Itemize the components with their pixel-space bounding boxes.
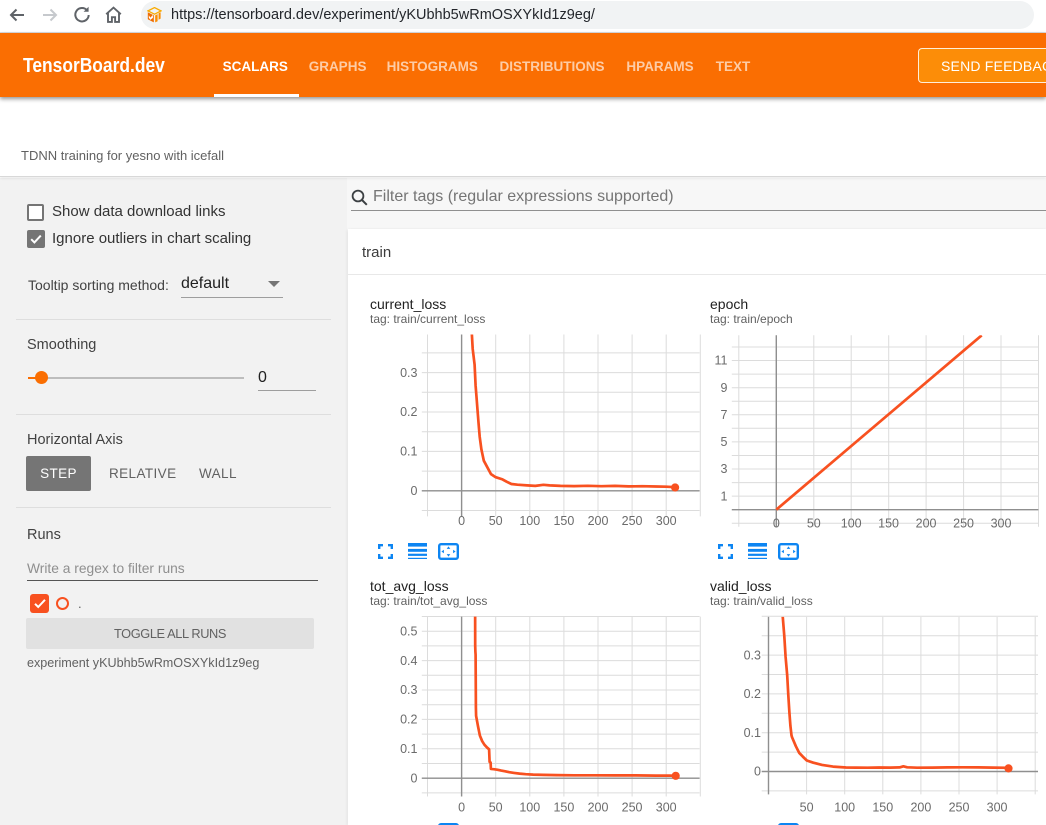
svg-text:300: 300: [656, 514, 677, 528]
svg-text:1: 1: [721, 489, 728, 503]
svg-text:0.2: 0.2: [400, 713, 417, 727]
svg-text:0.3: 0.3: [400, 683, 417, 697]
svg-text:200: 200: [588, 800, 609, 814]
svg-text:7: 7: [721, 408, 728, 422]
svg-text:0.4: 0.4: [400, 654, 417, 668]
svg-text:150: 150: [872, 800, 893, 814]
svg-text:300: 300: [991, 517, 1012, 531]
svg-text:100: 100: [841, 517, 862, 531]
svg-text:150: 150: [878, 517, 899, 531]
svg-text:0.3: 0.3: [400, 366, 417, 380]
svg-text:0.1: 0.1: [744, 726, 761, 740]
svg-text:50: 50: [489, 800, 503, 814]
svg-text:5: 5: [721, 435, 728, 449]
svg-text:0: 0: [458, 800, 465, 814]
svg-text:0.1: 0.1: [400, 445, 417, 459]
svg-text:0: 0: [411, 484, 418, 498]
svg-text:150: 150: [553, 800, 574, 814]
svg-text:250: 250: [622, 800, 643, 814]
svg-text:0: 0: [773, 517, 780, 531]
svg-text:0.3: 0.3: [744, 648, 761, 662]
svg-text:0.2: 0.2: [400, 405, 417, 419]
svg-text:300: 300: [987, 800, 1008, 814]
svg-text:0: 0: [754, 765, 761, 779]
svg-text:0: 0: [458, 514, 465, 528]
svg-text:50: 50: [807, 517, 821, 531]
svg-text:9: 9: [721, 381, 728, 395]
svg-text:200: 200: [916, 517, 937, 531]
svg-text:300: 300: [656, 800, 677, 814]
svg-text:50: 50: [800, 800, 814, 814]
svg-text:100: 100: [519, 514, 540, 528]
svg-text:50: 50: [489, 514, 503, 528]
svg-text:200: 200: [588, 514, 609, 528]
svg-text:250: 250: [953, 517, 974, 531]
svg-text:100: 100: [834, 800, 855, 814]
svg-text:150: 150: [553, 514, 574, 528]
svg-text:0.1: 0.1: [400, 742, 417, 756]
svg-text:200: 200: [910, 800, 931, 814]
svg-text:250: 250: [949, 800, 970, 814]
svg-text:11: 11: [715, 354, 728, 368]
svg-text:0.5: 0.5: [400, 624, 417, 638]
svg-text:0: 0: [411, 771, 418, 785]
svg-text:250: 250: [622, 514, 643, 528]
svg-text:0.2: 0.2: [744, 687, 761, 701]
svg-text:3: 3: [721, 462, 728, 476]
svg-text:100: 100: [519, 800, 540, 814]
